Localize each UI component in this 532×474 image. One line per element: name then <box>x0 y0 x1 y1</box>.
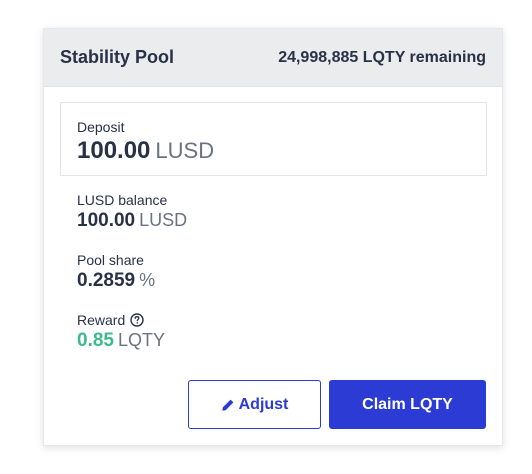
reward-unit: LQTY <box>117 330 165 350</box>
lusd-balance-value: 100.00 LUSD <box>77 210 187 232</box>
lqty-remaining: 24,998,885 LQTY remaining <box>278 48 486 66</box>
question-circle-icon[interactable] <box>130 313 144 327</box>
claim-lqty-label: Claim LQTY <box>362 395 453 413</box>
lusd-balance-stat: LUSD balance 100.00 LUSD <box>77 192 187 232</box>
lusd-balance-amount: 100.00 <box>77 210 136 231</box>
deposit-unit: LUSD <box>155 138 215 163</box>
card-header: Stability Pool 24,998,885 LQTY remaining <box>44 29 502 87</box>
deposit-field[interactable]: Deposit 100.00 LUSD <box>60 102 487 176</box>
lusd-balance-unit: LUSD <box>139 210 188 230</box>
pencil-icon <box>221 398 235 412</box>
pool-share-amount: 0.2859 <box>77 270 136 291</box>
adjust-button[interactable]: Adjust <box>188 380 321 429</box>
adjust-label: Adjust <box>238 395 289 413</box>
pool-share-stat: Pool share 0.2859 % <box>77 252 155 292</box>
reward-label: Reward <box>77 312 126 328</box>
stability-pool-card: Stability Pool 24,998,885 LQTY remaining… <box>43 28 503 446</box>
deposit-value: 100.00 LUSD <box>77 137 470 165</box>
claim-lqty-button[interactable]: Claim LQTY <box>329 380 486 429</box>
deposit-label: Deposit <box>77 119 125 135</box>
pool-share-value: 0.2859 % <box>77 270 155 292</box>
pool-share-unit: % <box>139 270 156 290</box>
pool-share-label: Pool share <box>77 252 144 268</box>
card-title: Stability Pool <box>60 47 175 67</box>
lusd-balance-label: LUSD balance <box>77 192 168 208</box>
reward-amount: 0.85 <box>77 330 114 351</box>
reward-value: 0.85 LQTY <box>77 330 165 352</box>
deposit-amount: 100.00 <box>77 137 151 164</box>
reward-label-row: Reward <box>77 312 165 328</box>
reward-stat: Reward 0.85 LQTY <box>77 312 165 352</box>
